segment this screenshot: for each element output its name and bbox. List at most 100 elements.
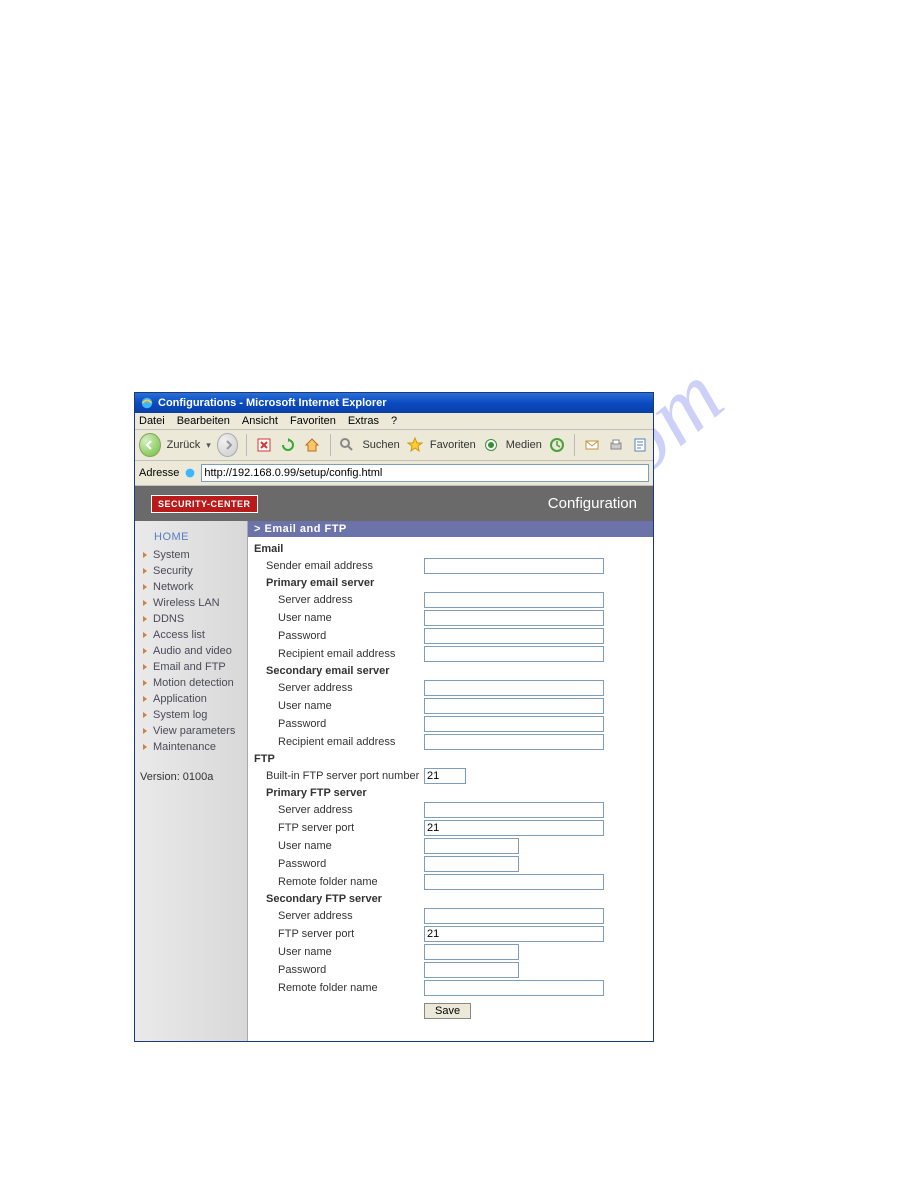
sf-server-input[interactable] xyxy=(424,908,604,924)
se-user-input[interactable] xyxy=(424,698,604,714)
pf-folder-label: Remote folder name xyxy=(254,876,424,888)
refresh-icon xyxy=(280,437,296,453)
sf-folder-label: Remote folder name xyxy=(254,982,424,994)
pe-user-input[interactable] xyxy=(424,610,604,626)
se-recipient-input[interactable] xyxy=(424,734,604,750)
sidebar-item-label: Audio and video xyxy=(153,645,232,657)
stop-icon xyxy=(256,437,272,453)
secondary-ftp-heading: Secondary FTP server xyxy=(266,893,647,905)
sidebar-item-application[interactable]: Application xyxy=(138,691,244,707)
stop-button[interactable] xyxy=(255,435,273,455)
sf-user-label: User name xyxy=(254,946,424,958)
primary-email-heading: Primary email server xyxy=(266,577,647,589)
sf-port-label: FTP server port xyxy=(254,928,424,940)
sidebar-item-view-parameters[interactable]: View parameters xyxy=(138,723,244,739)
arrow-icon xyxy=(140,614,150,624)
primary-ftp-heading: Primary FTP server xyxy=(266,787,647,799)
page-icon xyxy=(183,466,197,480)
toolbar-separator-3 xyxy=(574,434,575,456)
toolbar: Zurück ▾ Suchen Favoriten xyxy=(135,430,653,461)
refresh-button[interactable] xyxy=(279,435,297,455)
arrow-icon xyxy=(140,742,150,752)
menu-bearbeiten[interactable]: Bearbeiten xyxy=(177,415,230,427)
media-button[interactable] xyxy=(482,435,500,455)
main-panel: > Email and FTP Email Sender email addre… xyxy=(248,521,653,1041)
arrow-icon xyxy=(140,630,150,640)
sidebar-item-label: Access list xyxy=(153,629,205,641)
edit-icon xyxy=(632,437,648,453)
arrow-icon xyxy=(140,598,150,608)
pf-pass-input[interactable] xyxy=(424,856,519,872)
address-input[interactable] xyxy=(201,464,649,482)
sf-pass-label: Password xyxy=(254,964,424,976)
sf-port-input[interactable] xyxy=(424,926,604,942)
sidebar-item-access-list[interactable]: Access list xyxy=(138,627,244,643)
arrow-left-icon xyxy=(145,440,155,450)
pf-port-input[interactable] xyxy=(424,820,604,836)
history-button[interactable] xyxy=(548,435,566,455)
sidebar-item-ddns[interactable]: DDNS xyxy=(138,611,244,627)
sidebar-item-security[interactable]: Security xyxy=(138,563,244,579)
sidebar-item-label: DDNS xyxy=(153,613,184,625)
sidebar-item-system-log[interactable]: System log xyxy=(138,707,244,723)
favorites-button[interactable] xyxy=(406,435,424,455)
menu-datei[interactable]: Datei xyxy=(139,415,165,427)
sidebar-item-system[interactable]: System xyxy=(138,547,244,563)
sf-pass-input[interactable] xyxy=(424,962,519,978)
arrow-icon xyxy=(140,646,150,656)
pe-pass-input[interactable] xyxy=(424,628,604,644)
menu-extras[interactable]: Extras xyxy=(348,415,379,427)
sf-user-input[interactable] xyxy=(424,944,519,960)
favorites-label: Favoriten xyxy=(430,439,476,451)
menu-favoriten[interactable]: Favoriten xyxy=(290,415,336,427)
sidebar-item-maintenance[interactable]: Maintenance xyxy=(138,739,244,755)
arrow-right-icon xyxy=(223,440,233,450)
pf-user-input[interactable] xyxy=(424,838,519,854)
window-title: Configurations - Microsoft Internet Expl… xyxy=(158,397,387,409)
sidebar-item-label: System log xyxy=(153,709,207,721)
media-icon xyxy=(483,437,499,453)
ie-icon xyxy=(140,396,154,410)
sidebar-item-label: Wireless LAN xyxy=(153,597,220,609)
sidebar-item-label: Security xyxy=(153,565,193,577)
menu-help[interactable]: ? xyxy=(391,415,397,427)
arrow-icon xyxy=(140,550,150,560)
search-button[interactable] xyxy=(338,435,356,455)
mail-button[interactable] xyxy=(583,435,601,455)
se-pass-input[interactable] xyxy=(424,716,604,732)
history-icon xyxy=(549,437,565,453)
save-button[interactable]: Save xyxy=(424,1003,471,1019)
se-recipient-label: Recipient email address xyxy=(254,736,424,748)
forward-button[interactable] xyxy=(217,433,239,457)
pe-user-label: User name xyxy=(254,612,424,624)
pe-recipient-input[interactable] xyxy=(424,646,604,662)
titlebar: Configurations - Microsoft Internet Expl… xyxy=(135,393,653,413)
back-dropdown[interactable]: ▾ xyxy=(206,440,211,451)
sf-server-label: Server address xyxy=(254,910,424,922)
pf-server-input[interactable] xyxy=(424,802,604,818)
menu-ansicht[interactable]: Ansicht xyxy=(242,415,278,427)
builtin-ftp-port-input[interactable] xyxy=(424,768,466,784)
sidebar-item-label: Maintenance xyxy=(153,741,216,753)
back-button[interactable] xyxy=(139,433,161,457)
sidebar-item-wireless-lan[interactable]: Wireless LAN xyxy=(138,595,244,611)
pf-folder-input[interactable] xyxy=(424,874,604,890)
pf-server-label: Server address xyxy=(254,804,424,816)
sidebar-item-audio-video[interactable]: Audio and video xyxy=(138,643,244,659)
sidebar-item-network[interactable]: Network xyxy=(138,579,244,595)
se-server-input[interactable] xyxy=(424,680,604,696)
sidebar: HOME System Security Network Wireless LA… xyxy=(135,521,248,1041)
page-title: Configuration xyxy=(548,495,637,512)
sf-folder-input[interactable] xyxy=(424,980,604,996)
logo: SECURITY-CENTER xyxy=(151,495,258,513)
pf-pass-label: Password xyxy=(254,858,424,870)
print-button[interactable] xyxy=(607,435,625,455)
sender-email-label: Sender email address xyxy=(254,560,424,572)
home-button[interactable] xyxy=(303,435,321,455)
pe-server-input[interactable] xyxy=(424,592,604,608)
edit-button[interactable] xyxy=(631,435,649,455)
sender-email-input[interactable] xyxy=(424,558,604,574)
sidebar-home[interactable]: HOME xyxy=(138,527,244,547)
sidebar-item-email-ftp[interactable]: Email and FTP xyxy=(138,659,244,675)
sidebar-item-motion-detection[interactable]: Motion detection xyxy=(138,675,244,691)
